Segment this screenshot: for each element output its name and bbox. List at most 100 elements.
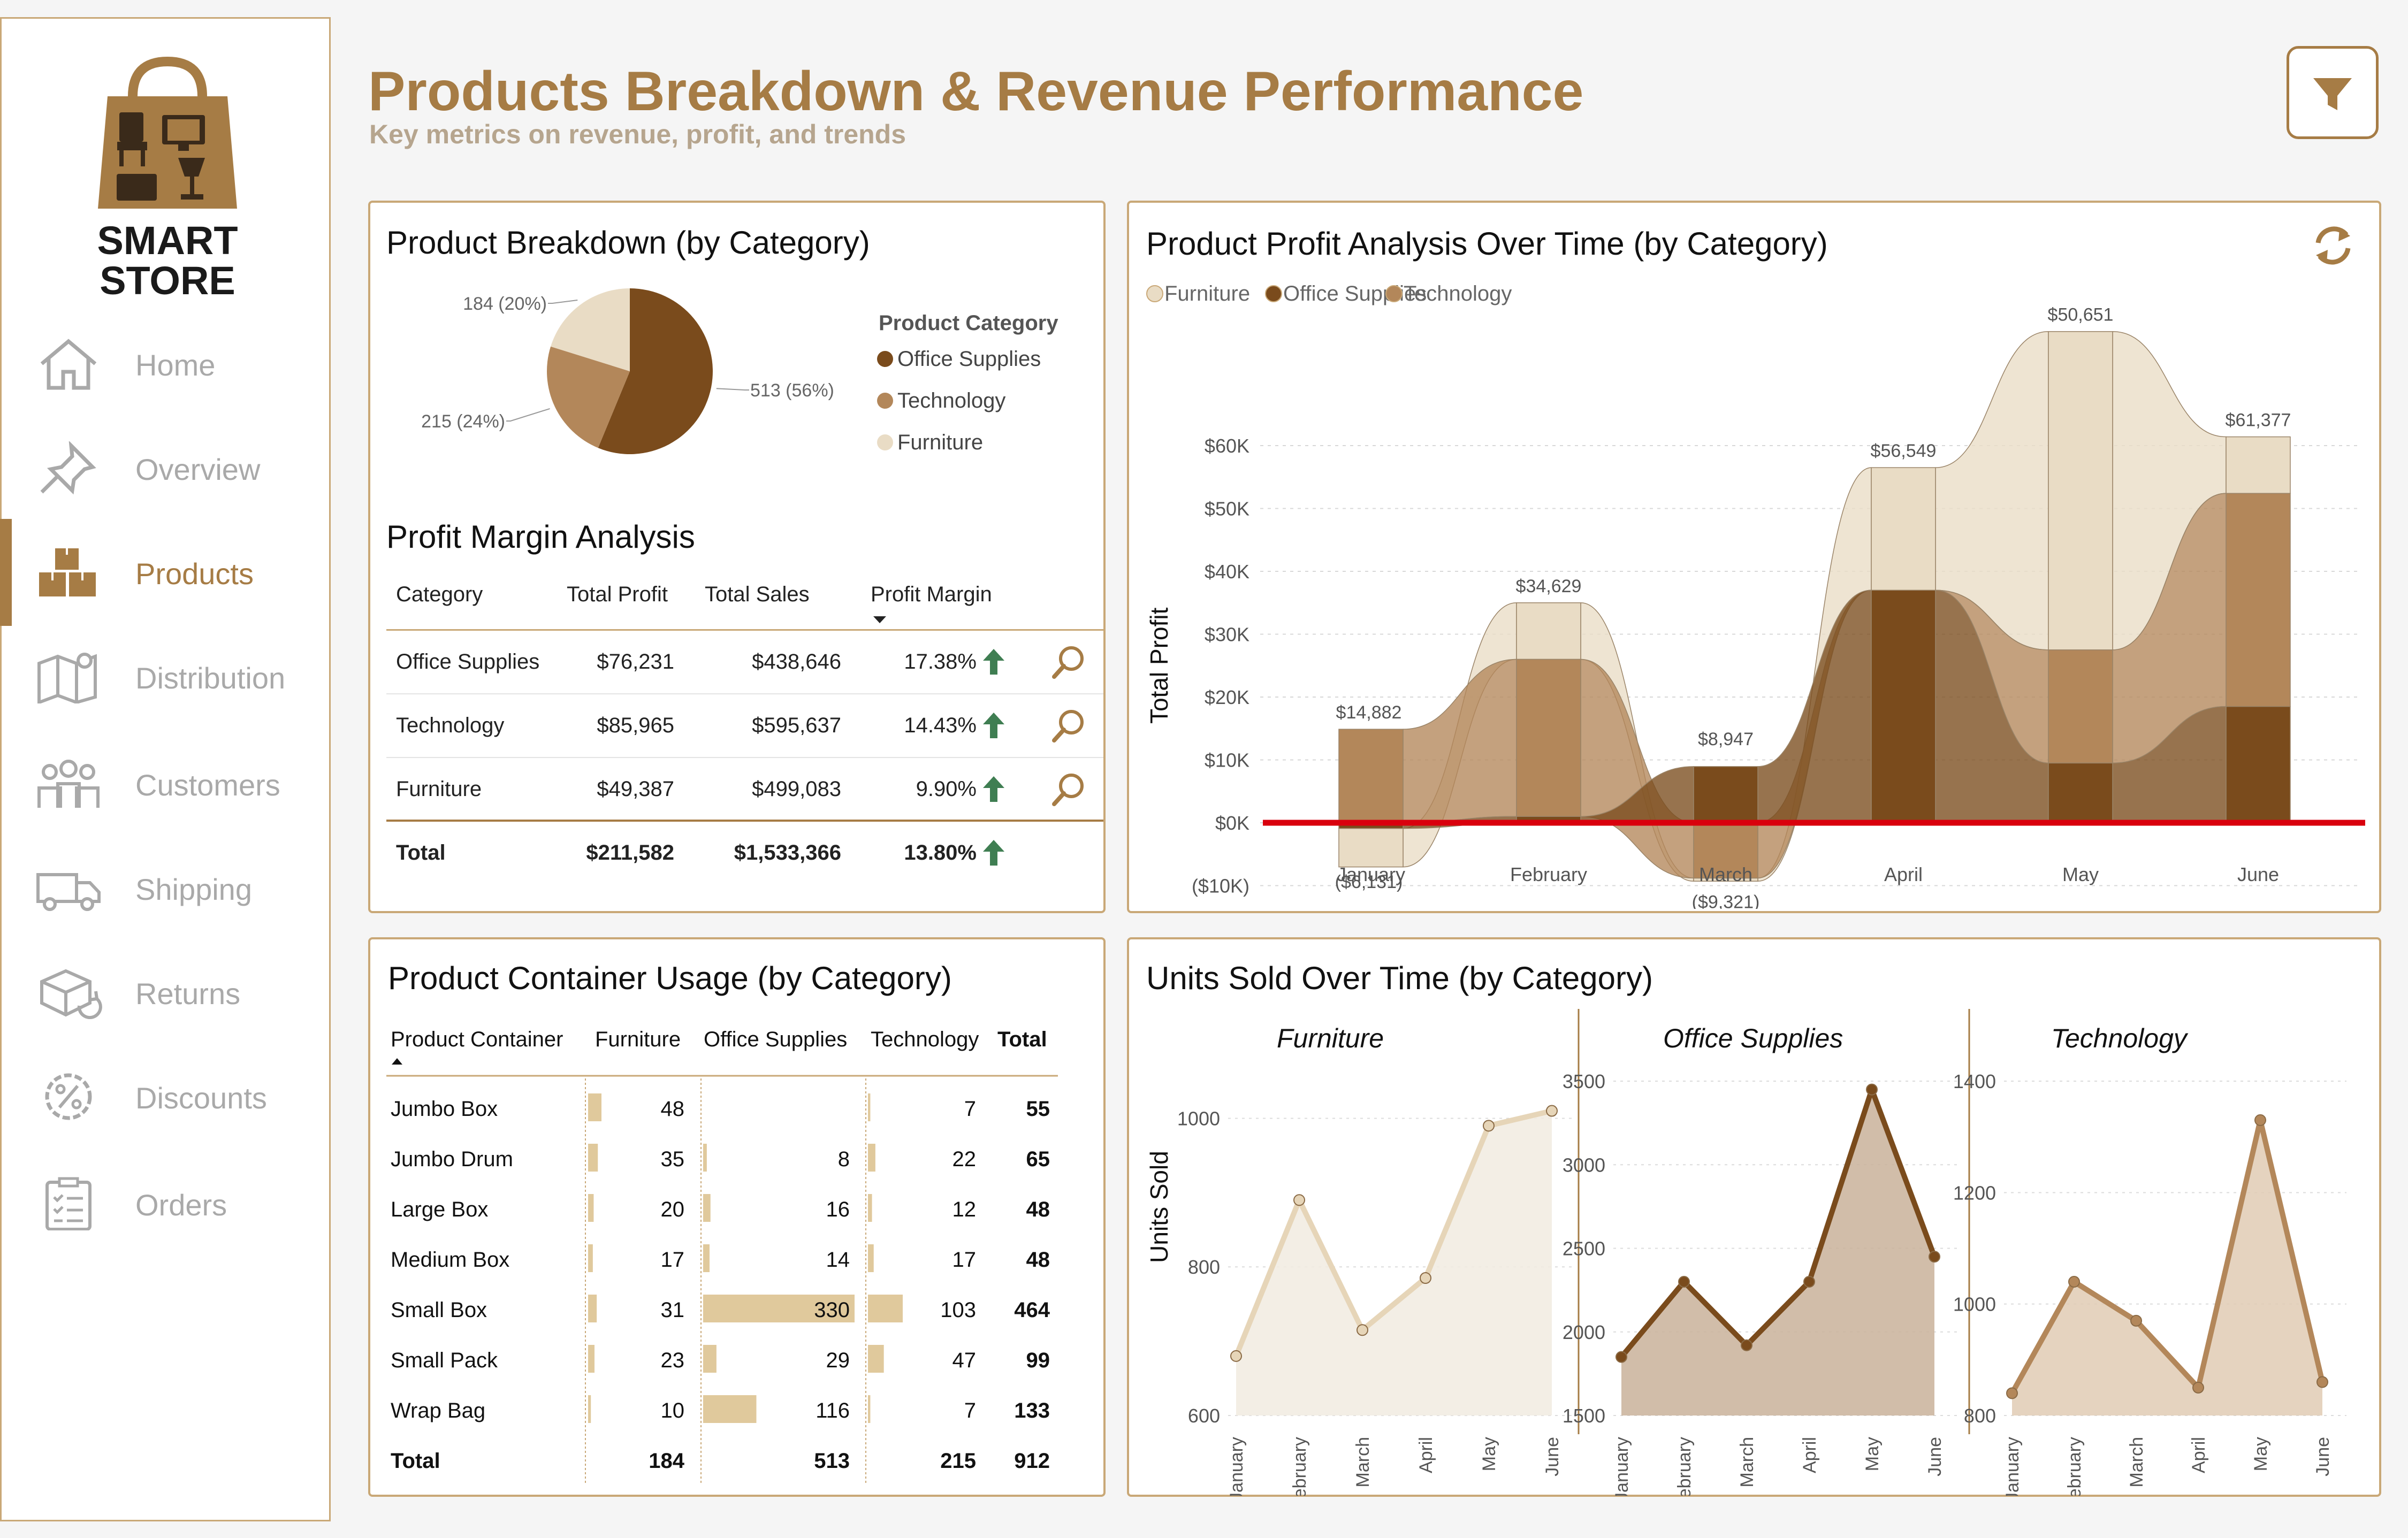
- data-point[interactable]: [1741, 1339, 1752, 1351]
- clipboard-icon: [45, 1177, 92, 1230]
- data-point[interactable]: [1293, 1194, 1305, 1206]
- cell-technology: 103: [940, 1298, 976, 1322]
- bar-segment-office-supplies[interactable]: [1693, 766, 1758, 823]
- margin-col-margin[interactable]: Profit Margin: [871, 583, 992, 607]
- pie-leader-line: [716, 388, 749, 391]
- cell-office-supplies: 8: [838, 1147, 850, 1171]
- pie-legend-item: Technology: [897, 389, 1005, 412]
- nav-item-customers[interactable]: Customers: [2, 744, 329, 824]
- data-point[interactable]: [1678, 1276, 1690, 1288]
- x-tick-label: March: [1699, 863, 1752, 885]
- container-row-name: Jumbo Drum: [391, 1147, 513, 1171]
- sidebar: SMART STORE Home Overview Products Distr…: [0, 17, 331, 1521]
- nav-item-returns[interactable]: Returns: [2, 952, 329, 1032]
- cell-furniture: 20: [661, 1198, 685, 1221]
- y-tick-label: 1200: [1953, 1182, 1996, 1204]
- bar-segment-furniture[interactable]: [2226, 436, 2291, 494]
- data-point[interactable]: [2254, 1114, 2266, 1126]
- units-y-axis-title: Units Sold: [1145, 1151, 1173, 1263]
- data-bar-furniture: [588, 1244, 593, 1272]
- nav-item-home[interactable]: Home: [2, 324, 329, 404]
- nav-label-shipping: Shipping: [135, 873, 252, 906]
- cell-office-supplies: 29: [826, 1349, 850, 1372]
- data-point[interactable]: [1929, 1251, 1940, 1263]
- margin-title: Profit Margin Analysis: [386, 519, 695, 555]
- cell-technology: 17: [952, 1248, 977, 1272]
- container-column-header[interactable]: Total: [997, 1028, 1047, 1051]
- x-tick-label: January: [2002, 1437, 2023, 1496]
- ribbon-office-supplies: [1757, 590, 1872, 823]
- container-column-header[interactable]: Technology: [871, 1028, 979, 1051]
- container-column-header[interactable]: Product Container: [391, 1028, 563, 1051]
- bar-segment-technology[interactable]: [1516, 659, 1581, 817]
- drillthrough-magnifier-icon[interactable]: [1050, 707, 1087, 745]
- drillthrough-magnifier-icon[interactable]: [1050, 771, 1087, 808]
- bar-segment-office-supplies[interactable]: [1871, 590, 1936, 823]
- area-fill: [2012, 1120, 2322, 1415]
- bar-segment-technology[interactable]: [2048, 649, 2113, 764]
- bar-segment-technology[interactable]: [1338, 729, 1404, 823]
- nav-label-discounts: Discounts: [135, 1081, 267, 1115]
- nav-item-discounts[interactable]: Discounts: [2, 1057, 329, 1137]
- data-point[interactable]: [1546, 1105, 1558, 1117]
- bar-segment-furniture[interactable]: [2048, 331, 2113, 651]
- cell-sales: $438,646: [752, 650, 841, 674]
- nav-item-products[interactable]: Products: [2, 532, 329, 613]
- smart-store-logo: SMART STORE: [82, 56, 253, 303]
- margin-col-sales[interactable]: Total Sales: [705, 583, 810, 607]
- data-bar-furniture: [588, 1144, 598, 1172]
- data-point[interactable]: [2006, 1387, 2018, 1399]
- nav-item-shipping[interactable]: Shipping: [2, 848, 329, 928]
- total-data-label: $56,549: [1871, 441, 1937, 461]
- bar-segment-furniture[interactable]: [1338, 828, 1404, 868]
- bar-segment-technology[interactable]: [2226, 493, 2291, 707]
- nav-item-orders[interactable]: Orders: [2, 1164, 329, 1244]
- container-column-header[interactable]: Office Supplies: [704, 1028, 847, 1051]
- legend-swatch: [1385, 285, 1403, 302]
- nav-label-returns: Returns: [135, 977, 241, 1011]
- y-tick-label: $50K: [1205, 498, 1249, 520]
- profit-title: Product Profit Analysis Over Time (by Ca…: [1146, 226, 1828, 262]
- x-tick-label: March: [1737, 1437, 1757, 1487]
- refresh-icon[interactable]: [2306, 219, 2360, 272]
- bar-segment-office-supplies[interactable]: [2226, 706, 2291, 823]
- x-tick-label: May: [1862, 1437, 1883, 1471]
- bar-segment-furniture[interactable]: [1516, 602, 1581, 660]
- data-point[interactable]: [1616, 1351, 1627, 1363]
- x-tick-label: June: [1925, 1437, 1945, 1476]
- cell-total: 133: [1014, 1399, 1050, 1422]
- margin-col-profit[interactable]: Total Profit: [567, 583, 668, 607]
- data-point[interactable]: [2192, 1381, 2204, 1394]
- filter-button[interactable]: [2287, 46, 2379, 139]
- cell-office-supplies: 330: [814, 1298, 850, 1322]
- container-column-header[interactable]: Furniture: [595, 1028, 681, 1051]
- nav-item-overview[interactable]: Overview: [2, 428, 329, 508]
- x-tick-label: April: [1884, 863, 1923, 885]
- data-point[interactable]: [2130, 1314, 2142, 1327]
- data-point[interactable]: [1230, 1350, 1242, 1362]
- data-point[interactable]: [2316, 1376, 2328, 1388]
- drillthrough-magnifier-icon[interactable]: [1050, 644, 1087, 681]
- data-point[interactable]: [1803, 1276, 1815, 1288]
- y-tick-label: $10K: [1205, 749, 1249, 771]
- container-row-name: Small Box: [391, 1298, 487, 1322]
- margin-col-category[interactable]: Category: [396, 583, 483, 607]
- data-point[interactable]: [1357, 1324, 1368, 1336]
- profit-chart: Furniture Office SuppliesTechnology($10K)…: [1145, 282, 2365, 909]
- container-row-name: Wrap Bag: [391, 1399, 485, 1422]
- data-point[interactable]: [2068, 1276, 2080, 1288]
- nav-item-distribution[interactable]: Distribution: [2, 637, 329, 717]
- boxes-icon: [39, 548, 96, 596]
- bar-segment-furniture[interactable]: [1871, 467, 1936, 591]
- legend-swatch: [877, 351, 893, 367]
- data-point[interactable]: [1866, 1083, 1878, 1096]
- data-point[interactable]: [1483, 1120, 1495, 1132]
- cell-profit: $76,231: [597, 650, 674, 674]
- cell-office-supplies: 14: [826, 1248, 850, 1272]
- cell-total: 65: [1026, 1147, 1050, 1171]
- data-bar-technology: [868, 1093, 871, 1121]
- bar-segment-office-supplies[interactable]: [2048, 762, 2113, 823]
- trend-up-arrow-icon: [983, 776, 1004, 802]
- data-point[interactable]: [1420, 1272, 1431, 1284]
- x-tick-label: February: [2064, 1437, 2085, 1496]
